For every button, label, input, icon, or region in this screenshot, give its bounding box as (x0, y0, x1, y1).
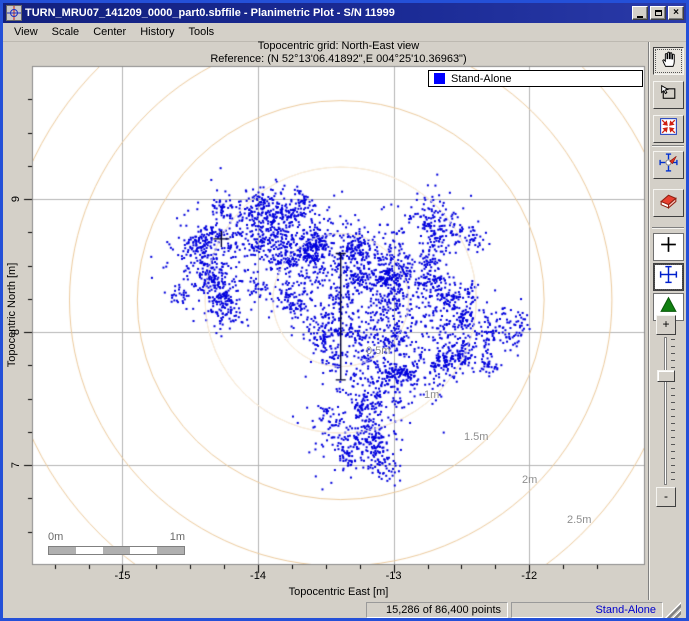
range-ring-label: 2m (522, 474, 538, 486)
close-button[interactable]: × (668, 6, 684, 20)
scalebar-segment (103, 547, 130, 554)
title-bar: TURN_MRU07_141209_0000_part0.sbffile - P… (3, 3, 686, 23)
scale-bar (48, 546, 185, 555)
center-target-icon (658, 152, 679, 178)
points-count-status: 15,286 of 86,400 points (366, 602, 508, 618)
hand-icon (658, 48, 679, 74)
pan-tool-button[interactable] (653, 47, 684, 75)
crosshair-marker-icon (658, 264, 679, 290)
scalebar-segment (49, 547, 76, 554)
app-icon (6, 5, 22, 21)
plus-marker-icon (658, 234, 679, 260)
menu-item-center[interactable]: Center (86, 24, 133, 40)
grid-view-header: Topocentric grid: North-East view (257, 40, 420, 52)
select-tool-button[interactable] (653, 81, 684, 109)
legend-swatch (434, 73, 445, 84)
y-tick-label: 9 (10, 195, 22, 203)
maximize-button[interactable] (650, 6, 666, 20)
range-ring-label: 2.5m (567, 514, 592, 526)
menu-item-view[interactable]: View (7, 24, 45, 40)
menu-item-history[interactable]: History (133, 24, 181, 40)
toolbar-separator (652, 227, 684, 229)
zoom-extents-icon (658, 116, 679, 142)
center-on-point-button[interactable] (653, 151, 684, 179)
marker-crosshair-button[interactable] (653, 263, 684, 291)
plot-toolbar: + - (648, 42, 686, 600)
select-rectangle-icon (658, 82, 679, 108)
eraser-icon (658, 190, 679, 216)
status-bar: 15,286 of 86,400 points Stand-Alone (3, 600, 686, 618)
zoom-slider-track[interactable] (664, 337, 667, 485)
scalebar-segment (130, 547, 157, 554)
planimetric-plot-canvas[interactable] (12, 56, 656, 586)
minimize-icon (637, 15, 643, 18)
scalebar-one-meter-label: 1m (169, 531, 185, 543)
x-tick-label: -15 (114, 570, 131, 582)
resize-grip[interactable] (665, 602, 681, 618)
scalebar-segment (76, 547, 103, 554)
x-axis-title: Topocentric East [m] (288, 586, 389, 598)
window-title: TURN_MRU07_141209_0000_part0.sbffile - P… (25, 7, 395, 19)
zoom-slider-handle[interactable] (657, 370, 675, 382)
y-axis-title: Topocentric North [m] (6, 262, 18, 368)
menu-item-tools[interactable]: Tools (181, 24, 221, 40)
zoom-extents-button[interactable] (653, 115, 684, 143)
zoom-slider-ticks (671, 339, 675, 484)
zoom-in-button[interactable]: + (656, 315, 676, 335)
scalebar-zero-label: 0m (48, 531, 64, 543)
close-icon: × (673, 7, 679, 18)
range-ring-label: 1.5m (464, 431, 489, 443)
scalebar-segment (157, 547, 184, 554)
legend: Stand-Alone (428, 70, 643, 87)
toolbar-separator (652, 145, 684, 147)
x-tick-label: -14 (250, 570, 266, 582)
erase-button[interactable] (653, 189, 684, 217)
maximize-icon (654, 10, 662, 16)
range-ring-label: 0.5m (366, 345, 391, 357)
zoom-out-button[interactable]: - (656, 487, 676, 507)
x-tick-label: -12 (521, 570, 538, 582)
legend-series-label: Stand-Alone (451, 72, 512, 85)
x-tick-label: -13 (385, 570, 402, 582)
mode-status: Stand-Alone (511, 602, 663, 618)
y-tick-label: 7 (10, 461, 22, 469)
range-ring-label: 1m (424, 389, 440, 401)
marker-plus-button[interactable] (653, 233, 684, 261)
application-window: TURN_MRU07_141209_0000_part0.sbffile - P… (0, 0, 689, 621)
statusbar-spacer (3, 602, 366, 618)
menu-item-scale[interactable]: Scale (45, 24, 87, 40)
minimize-button[interactable] (632, 6, 648, 20)
